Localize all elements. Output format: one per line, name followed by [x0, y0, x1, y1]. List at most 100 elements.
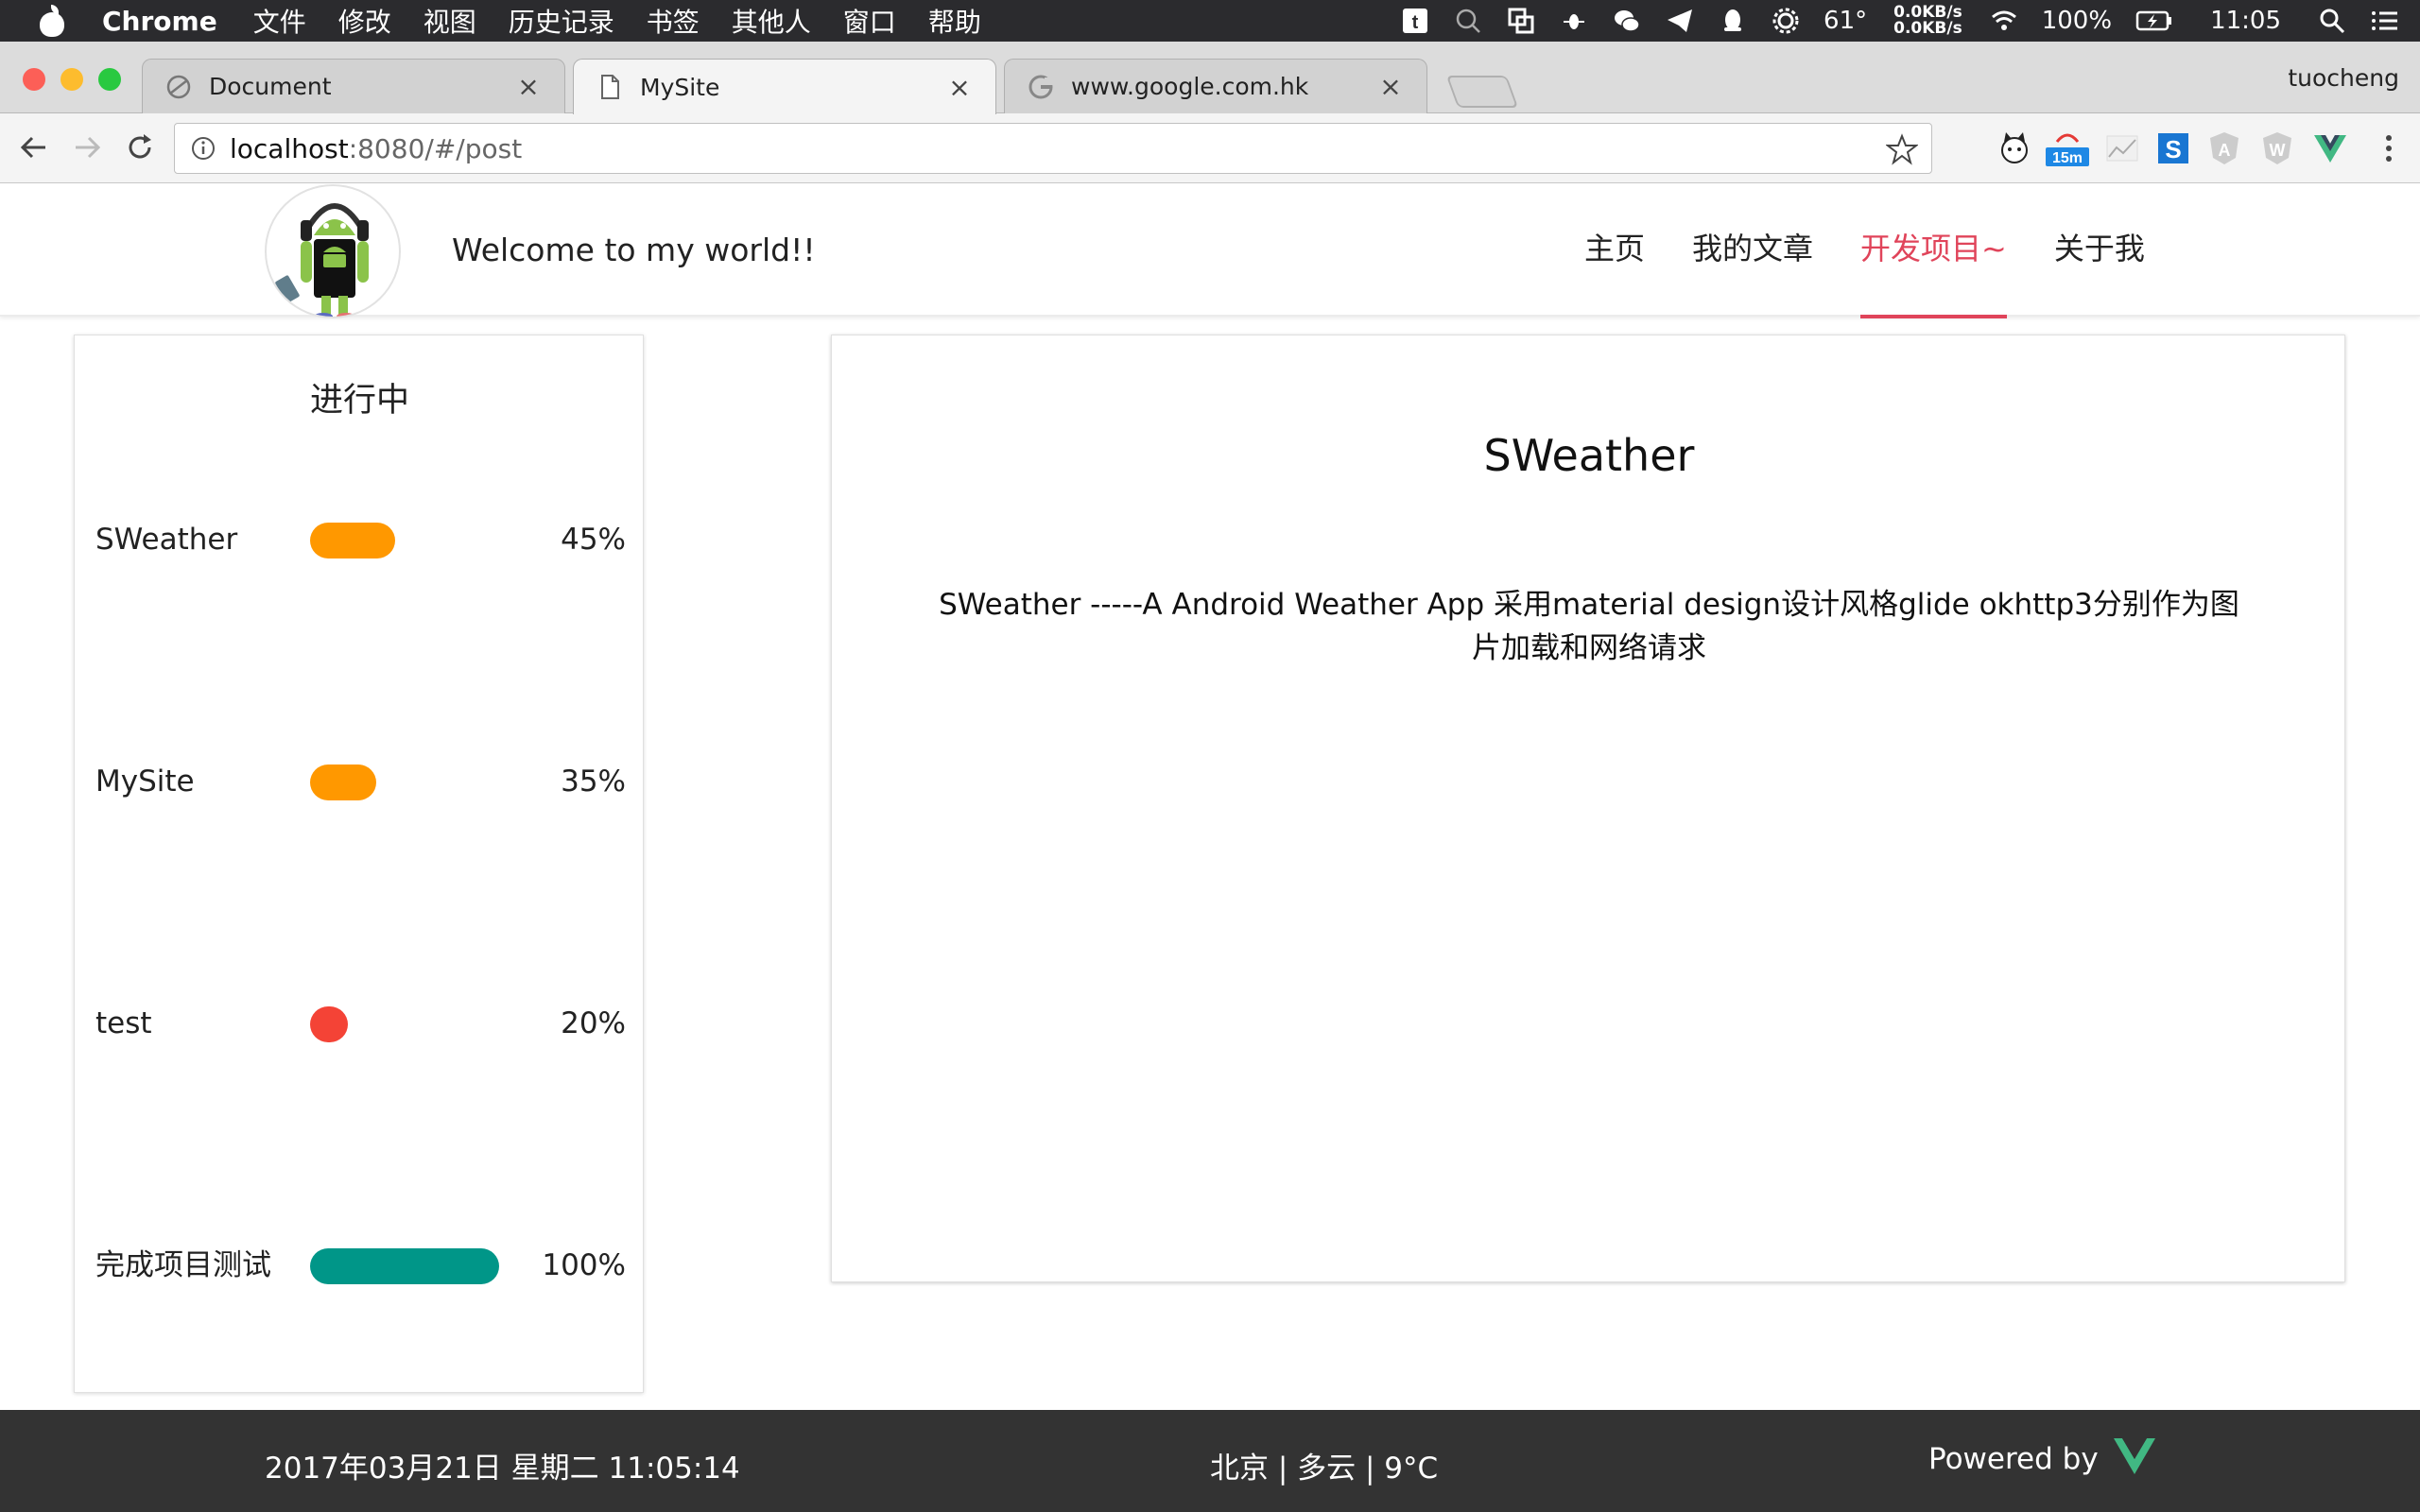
nav-about[interactable]: 关于我: [2054, 184, 2145, 317]
tab-title: Document: [209, 73, 332, 100]
menubar-app-name[interactable]: Chrome: [102, 6, 217, 37]
apple-icon[interactable]: [38, 5, 66, 37]
clock[interactable]: 11:05: [2210, 7, 2281, 35]
close-tab-icon[interactable]: ×: [946, 72, 973, 103]
menu-edit[interactable]: 修改: [338, 2, 391, 40]
net-down-speed: 0.0KB/s: [1893, 19, 1962, 38]
mac-menubar: Chrome 文件 修改 视图 历史记录 书签 其他人 窗口 帮助 t 61° …: [0, 0, 2420, 42]
project-row[interactable]: 完成项目测试 100%: [75, 1245, 645, 1286]
telegram-icon[interactable]: [1666, 7, 1694, 35]
project-detail-title: SWeather: [1483, 430, 1695, 481]
profile-name[interactable]: tuocheng: [2288, 64, 2399, 92]
menu-people[interactable]: 其他人: [732, 2, 811, 40]
site-footer: 2017年03月21日 星期二 11:05:14 北京 | 多云 | 9°C P…: [0, 1410, 2420, 1512]
menu-file[interactable]: 文件: [253, 2, 306, 40]
url-host: localhost: [230, 132, 349, 164]
project-name: test: [95, 1006, 152, 1040]
vue-devtools-icon[interactable]: [2312, 130, 2348, 166]
s-extension-icon[interactable]: S: [2155, 130, 2191, 166]
tab-google[interactable]: www.google.com.hk ×: [1004, 59, 1427, 113]
svg-text:t: t: [1412, 12, 1419, 33]
close-window-button[interactable]: [23, 68, 45, 91]
window-app-icon[interactable]: [1507, 7, 1535, 35]
project-progress-bar: [310, 765, 376, 800]
project-percent: 20%: [561, 1006, 626, 1040]
project-progress-bar: [310, 523, 395, 558]
project-name: 完成项目测试: [95, 1248, 271, 1282]
project-percent: 35%: [561, 765, 626, 799]
weather-gear-icon[interactable]: [1772, 7, 1800, 35]
chrome-toolbar: localhost:8080/#/post 15m S A W: [0, 113, 2420, 183]
timer-extension-icon[interactable]: 15m: [2044, 130, 2091, 166]
svg-text:W: W: [2270, 141, 2286, 160]
tab-title: MySite: [640, 73, 720, 101]
footer-powered-by: Powered by: [1928, 1442, 2099, 1476]
bookmark-star-icon[interactable]: [1886, 133, 1918, 165]
project-detail-description: SWeather -----A Android Weather App 采用ma…: [939, 588, 2239, 665]
project-row[interactable]: test 20%: [75, 1003, 645, 1044]
project-progress-bar: [310, 1006, 348, 1042]
globe-icon: [166, 75, 191, 98]
menu-window[interactable]: 窗口: [843, 2, 896, 40]
menu-help[interactable]: 帮助: [928, 2, 981, 40]
forward-icon[interactable]: [66, 127, 108, 168]
footer-weather: 北京 | 多云 | 9°C: [1210, 1452, 1439, 1486]
back-icon[interactable]: [13, 127, 55, 168]
close-tab-icon[interactable]: ×: [515, 71, 542, 102]
zoom-window-button[interactable]: [98, 68, 121, 91]
android-avatar[interactable]: [265, 184, 401, 318]
w-extension-icon[interactable]: W: [2259, 130, 2295, 166]
wechat-icon[interactable]: [1613, 7, 1641, 35]
minimize-window-button[interactable]: [60, 68, 83, 91]
menubar-tray: t 61° 0.0KB/s 0.0KB/s 100% 11:05: [1389, 0, 2420, 42]
nav-articles[interactable]: 我的文章: [1692, 184, 1813, 317]
welcome-message: Welcome to my world!!: [452, 232, 816, 268]
project-row[interactable]: SWeather 45%: [75, 519, 645, 560]
menu-history[interactable]: 历史记录: [509, 2, 614, 40]
temperature-readout: 61°: [1824, 7, 1868, 35]
project-percent: 45%: [561, 523, 626, 557]
project-progress-card: 进行中 SWeather 45% MySite 35% test 20% 完成项…: [74, 335, 644, 1393]
tab-document[interactable]: Document ×: [142, 59, 565, 113]
tab-title: www.google.com.hk: [1071, 73, 1309, 100]
t-app-icon[interactable]: t: [1401, 7, 1429, 35]
tab-mysite[interactable]: MySite ×: [573, 59, 996, 114]
timer-badge: 15m: [2052, 150, 2083, 166]
chart-extension-icon[interactable]: [2104, 130, 2140, 166]
search-app-icon[interactable]: [1454, 7, 1482, 35]
qq-icon[interactable]: [1719, 7, 1747, 35]
site-nav: 主页 我的文章 开发项目~ 关于我: [1584, 184, 2192, 318]
project-name: MySite: [95, 765, 195, 799]
svg-text:A: A: [2219, 141, 2231, 160]
menu-bookmarks[interactable]: 书签: [647, 2, 700, 40]
angular-extension-icon[interactable]: A: [2206, 130, 2242, 166]
chrome-menu-icon[interactable]: [2371, 130, 2407, 166]
site-header: Welcome to my world!! 主页 我的文章 开发项目~ 关于我: [0, 184, 2420, 318]
project-name: SWeather: [95, 523, 238, 557]
address-bar[interactable]: localhost:8080/#/post: [174, 123, 1932, 174]
project-detail-card: SWeather SWeather -----A Android Weather…: [831, 335, 2345, 1282]
nav-home[interactable]: 主页: [1584, 184, 1645, 317]
chrome-tab-strip: Document × MySite × www.google.com.hk × …: [0, 42, 2420, 114]
info-icon[interactable]: [190, 135, 216, 162]
spotlight-search-icon[interactable]: [2318, 7, 2346, 35]
url-path: :8080/#/post: [348, 132, 523, 164]
battery-icon[interactable]: [2135, 7, 2173, 35]
new-tab-button[interactable]: [1445, 76, 1519, 108]
reload-icon[interactable]: [119, 127, 161, 168]
vue-logo-icon[interactable]: [2114, 1436, 2155, 1474]
nav-projects[interactable]: 开发项目~: [1860, 184, 2007, 318]
wifi-icon[interactable]: [1990, 7, 2018, 35]
notification-center-icon[interactable]: [2371, 7, 2399, 35]
project-progress-bar: [310, 1248, 499, 1284]
svg-text:S: S: [2165, 135, 2181, 163]
battery-percent: 100%: [2041, 7, 2113, 35]
network-speed: 0.0KB/s 0.0KB/s: [1893, 5, 1962, 37]
cat-extension-icon[interactable]: [1996, 130, 2032, 166]
project-percent: 100%: [542, 1248, 626, 1282]
close-tab-icon[interactable]: ×: [1377, 71, 1404, 102]
bug-app-icon[interactable]: [1560, 7, 1588, 35]
project-row[interactable]: MySite 35%: [75, 761, 645, 802]
footer-datetime: 2017年03月21日 星期二 11:05:14: [265, 1452, 740, 1486]
menu-view[interactable]: 视图: [424, 2, 476, 40]
